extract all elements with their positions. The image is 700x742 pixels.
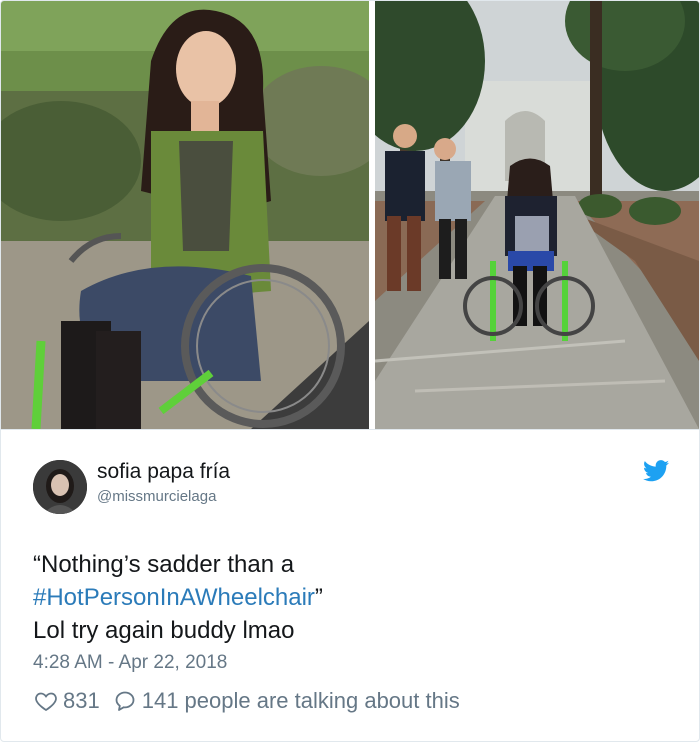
display-name[interactable]: sofia papa fría — [97, 460, 230, 484]
tweet-text: “Nothing’s sadder than a #HotPersonInAWh… — [33, 548, 673, 647]
tweet-text-line-1: “Nothing’s sadder than a — [33, 551, 295, 578]
user-handle[interactable]: @missmurcielaga — [97, 488, 216, 505]
tweet-actions: 831 141 people are talking about this — [33, 688, 460, 714]
photo-grid — [1, 1, 699, 429]
tweet-card: sofia papa fría @missmurcielaga “Nothing… — [0, 0, 700, 742]
like-count[interactable]: 831 — [63, 688, 100, 714]
timestamp[interactable]: 4:28 AM - Apr 22, 2018 — [33, 652, 227, 674]
tweet-text-line-3: Lol try again buddy lmao — [33, 617, 295, 644]
hashtag-link[interactable]: #HotPersonInAWheelchair — [33, 584, 315, 611]
photo-left-image — [1, 1, 369, 429]
photo-right-image — [375, 1, 699, 429]
speech-bubble-icon[interactable] — [112, 688, 138, 714]
tweet-body: sofia papa fría @missmurcielaga “Nothing… — [1, 429, 699, 741]
tweet-text-line-2: #HotPersonInAWheelchair” — [33, 581, 673, 614]
photo-right[interactable] — [375, 1, 699, 429]
talking-count[interactable]: 141 people are talking about this — [142, 688, 460, 714]
photo-left[interactable] — [1, 1, 369, 429]
avatar-image — [33, 460, 87, 514]
twitter-bird-icon[interactable] — [643, 460, 669, 482]
closing-quote: ” — [314, 584, 323, 611]
heart-icon[interactable] — [33, 688, 59, 714]
avatar[interactable] — [33, 460, 87, 514]
